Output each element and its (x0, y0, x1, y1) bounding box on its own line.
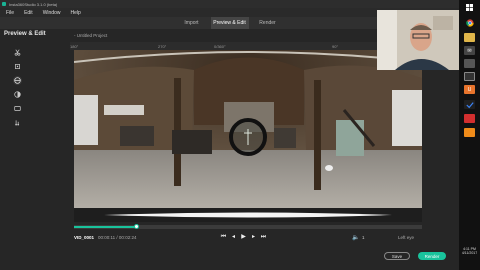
volume-icon[interactable]: 🔈 (352, 234, 359, 241)
view-mode-select[interactable]: Left eye (398, 235, 414, 240)
ruler-mark: 0/360° (214, 44, 226, 49)
ruler-mark: 180° (70, 44, 79, 49)
menu-edit[interactable]: Edit (24, 10, 33, 16)
mail-icon[interactable]: ✉ (464, 46, 475, 55)
section-title: Preview & Edit (4, 31, 46, 37)
tool-sidebar (0, 42, 34, 252)
windows-taskbar: ✉ U 4:11 PM 4/11/2017 (459, 0, 480, 270)
workshop-scene (74, 50, 422, 208)
skip-end-icon[interactable]: ⏭ (260, 234, 267, 241)
playhead-handle[interactable] (134, 224, 140, 229)
ruler-mark: 90° (332, 44, 339, 49)
app-red-icon[interactable] (464, 114, 475, 123)
menu-file[interactable]: File (6, 10, 14, 16)
tab-preview-edit[interactable]: Preview & Edit (210, 17, 249, 29)
windows-icon[interactable] (464, 3, 475, 12)
clip-filename: VID_0001 (74, 235, 95, 240)
app-check-icon[interactable] (464, 100, 475, 109)
clock-date: 4/11/2017 (461, 251, 478, 255)
color-icon[interactable] (13, 90, 22, 99)
step-forward-icon[interactable]: ▸ (250, 234, 257, 241)
render-button[interactable]: Render (418, 252, 446, 260)
clip-timecode: 00:00:11 / 00:02:24 (98, 235, 137, 240)
ruler-mark: 270° (158, 44, 167, 49)
stabilize-icon[interactable] (13, 62, 22, 71)
caption-icon[interactable] (13, 104, 22, 113)
app-window: Insta360Studio 3.1.0 (beta) File Edit Wi… (0, 0, 459, 270)
video-preview[interactable] (74, 50, 422, 208)
app-logo-icon (2, 2, 6, 6)
menu-help[interactable]: Help (70, 10, 80, 16)
timeline-progress (74, 226, 137, 228)
tab-import[interactable]: Import (173, 17, 211, 29)
store-icon[interactable] (464, 59, 475, 68)
action-bar: Save Render (0, 247, 459, 270)
window-title: Insta360Studio 3.1.0 (beta) (9, 1, 58, 7)
horizon-icon[interactable] (13, 76, 22, 85)
media-icon[interactable] (464, 72, 475, 81)
chrome-icon[interactable] (464, 18, 475, 27)
tab-render[interactable]: Render (249, 17, 287, 29)
horizon-guide (74, 208, 422, 222)
app-orange-icon[interactable] (464, 128, 475, 137)
transport-bar: VID_0001 00:00:11 / 00:02:24 ⏮ ◂ ▶ ▸ ⏭ 🔈… (70, 233, 430, 243)
volume-value[interactable]: 1 (362, 235, 365, 240)
presenter-video (377, 10, 459, 70)
project-name: - Untitled Project (74, 33, 108, 38)
skip-start-icon[interactable]: ⏮ (220, 234, 227, 241)
webcam-overlay (377, 10, 459, 70)
title-bar: Insta360Studio 3.1.0 (beta) (0, 0, 459, 8)
app-u-icon[interactable]: U (464, 85, 475, 94)
timeline-scrubber[interactable] (74, 224, 422, 229)
angle-ruler: 180° 270° 0/360° 90° (70, 42, 422, 50)
save-button[interactable]: Save (384, 252, 410, 260)
step-back-icon[interactable]: ◂ (230, 234, 237, 241)
folder-icon[interactable] (464, 33, 475, 42)
menu-window[interactable]: Window (43, 10, 61, 16)
play-icon[interactable]: ▶ (240, 234, 247, 241)
system-clock[interactable]: 4:11 PM 4/11/2017 (460, 247, 479, 255)
scissors-icon[interactable] (13, 48, 22, 57)
audio-icon[interactable] (13, 118, 22, 127)
